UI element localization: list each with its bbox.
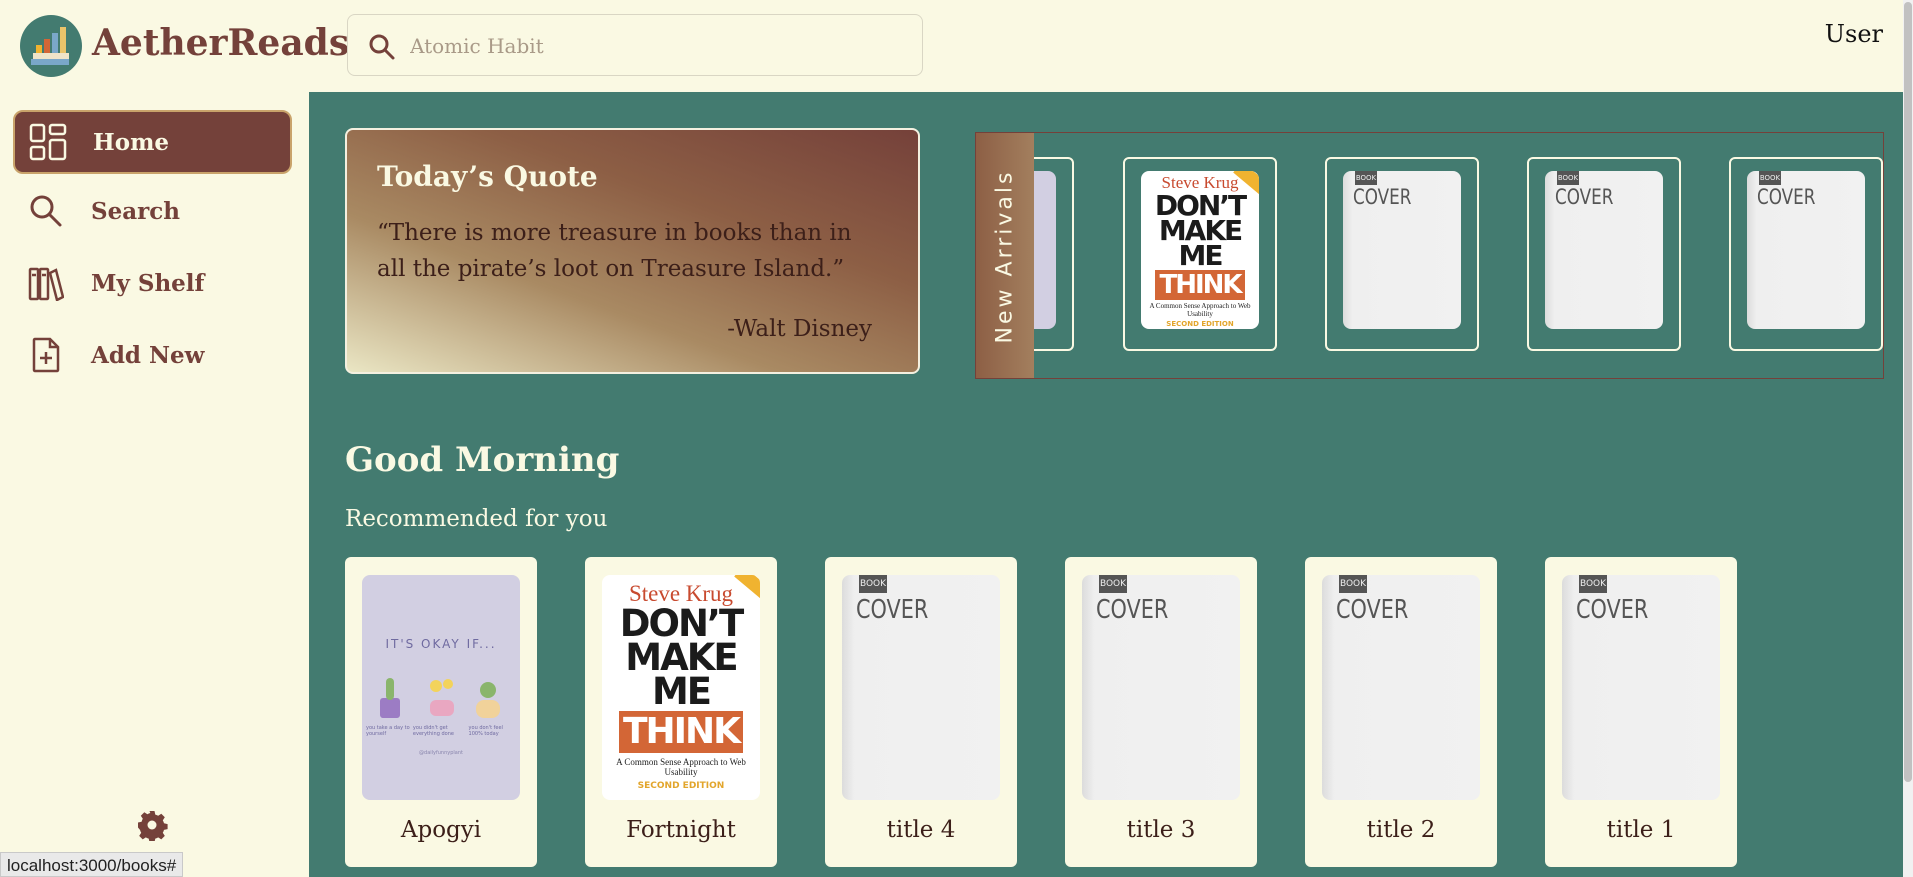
greeting-heading: Good Morning	[345, 440, 620, 480]
quote-card: Today’s Quote “There is more treasure in…	[345, 128, 920, 374]
book-card[interactable]: BOOK COVER title 2	[1305, 557, 1497, 867]
search-icon	[25, 190, 67, 232]
arrival-book-card[interactable]: BOOK COVER	[1527, 157, 1681, 351]
new-arrivals-carousel[interactable]: New Arrivals Steve Krug DON’T MAKE ME TH…	[975, 132, 1884, 379]
sidebar-item-my-shelf[interactable]: My Shelf	[13, 251, 292, 315]
book-cover-placeholder: BOOK COVER	[1562, 575, 1720, 800]
status-bar-url: localhost:3000/books#	[0, 852, 184, 877]
book-cover-placeholder: BOOK COVER	[1545, 171, 1663, 329]
page-scrollbar[interactable]	[1903, 0, 1913, 877]
book-cover-placeholder: BOOK COVER	[842, 575, 1000, 800]
sidebar-item-label: My Shelf	[91, 269, 205, 297]
sidebar-item-home[interactable]: Home	[13, 110, 292, 174]
arrival-book-card[interactable]: BOOK COVER	[1325, 157, 1479, 351]
recommended-heading: Recommended for you	[345, 506, 608, 532]
main-content: Today’s Quote “There is more treasure in…	[309, 92, 1913, 877]
quote-author: -Walt Disney	[727, 316, 872, 342]
book-card[interactable]: BOOK COVER title 1	[1545, 557, 1737, 867]
book-cover-placeholder: BOOK COVER	[1082, 575, 1240, 800]
top-header: AetherReads User	[0, 0, 1913, 92]
app-logo[interactable]	[20, 15, 82, 77]
its-okay-if-cover: IT'S OKAY IF... you take a day to yourse…	[362, 575, 520, 800]
sidebar-item-search[interactable]: Search	[13, 179, 292, 243]
dashboard-icon	[27, 121, 69, 163]
book-title: title 4	[886, 817, 956, 843]
search-input[interactable]	[410, 27, 900, 65]
new-arrivals-label: New Arrivals	[976, 133, 1034, 378]
book-title: title 3	[1126, 817, 1196, 843]
book-cover-placeholder: BOOK COVER	[1747, 171, 1865, 329]
arrival-book-card[interactable]: Steve Krug DON’T MAKE ME THINK A Common …	[1123, 157, 1277, 351]
quote-text: “There is more treasure in books than in…	[377, 220, 852, 282]
book-cover-placeholder: BOOK COVER	[1343, 171, 1461, 329]
scrollbar-thumb[interactable]	[1904, 2, 1912, 782]
sidebar-item-label: Add New	[91, 341, 205, 369]
book-card[interactable]: BOOK COVER title 4	[825, 557, 1017, 867]
user-menu[interactable]: User	[1825, 20, 1883, 48]
book-title: title 2	[1366, 817, 1436, 843]
add-file-icon	[25, 334, 67, 376]
book-card[interactable]: Steve Krug DON’T MAKE ME THINK A Common …	[585, 557, 777, 867]
dont-make-me-think-cover: Steve Krug DON’T MAKE ME THINK A Common …	[602, 575, 760, 800]
dont-make-me-think-cover: Steve Krug DON’T MAKE ME THINK A Common …	[1141, 171, 1259, 329]
sidebar-item-label: Home	[93, 128, 170, 156]
search-icon	[369, 34, 395, 60]
book-title: title 1	[1606, 817, 1676, 843]
quote-title: Today’s Quote	[377, 160, 598, 193]
book-card[interactable]: IT'S OKAY IF... you take a day to yourse…	[345, 557, 537, 867]
book-cover-placeholder: BOOK COVER	[1322, 575, 1480, 800]
book-title: Apogyi	[400, 817, 482, 843]
sidebar: Home Search My Shelf Add New	[0, 92, 309, 877]
book-title: Fortnight	[626, 817, 736, 843]
gear-icon[interactable]	[136, 809, 168, 841]
arrival-book-card[interactable]: BOOK COVER	[1729, 157, 1883, 351]
search-bar[interactable]	[347, 14, 923, 76]
sidebar-item-add-new[interactable]: Add New	[13, 323, 292, 387]
brand-name: AetherReads	[92, 22, 350, 64]
books-icon	[25, 262, 67, 304]
book-card[interactable]: BOOK COVER title 3	[1065, 557, 1257, 867]
sidebar-item-label: Search	[91, 197, 180, 225]
